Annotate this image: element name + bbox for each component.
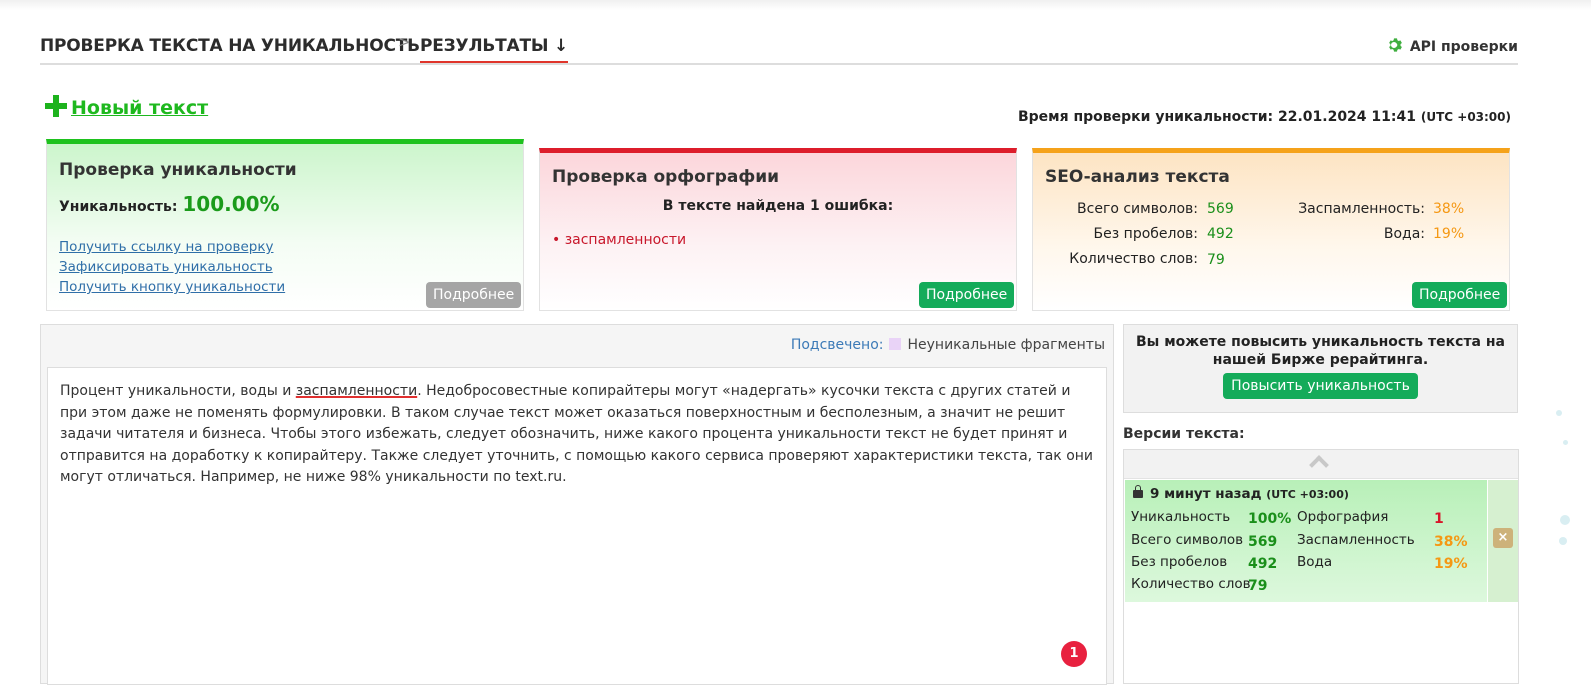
text-panel: Подсвечено: Неуникальные фрагменты Процен…	[40, 324, 1114, 685]
seo-total-value: 569	[1207, 201, 1234, 217]
seo-title: SEO-анализ текста	[1045, 167, 1230, 187]
uniqueness-result: Уникальность: 100.00%	[59, 192, 280, 216]
gear-icon	[1388, 38, 1402, 52]
check-time-tz: (UTC +03:00)	[1420, 110, 1511, 124]
decor-dot	[1556, 410, 1562, 416]
seo-nospace-value: 492	[1207, 226, 1234, 242]
version-total-value: 569	[1248, 534, 1278, 550]
get-uniqueness-button-link[interactable]: Получить кнопку уникальности	[59, 277, 285, 297]
error-count-badge[interactable]: 1	[1061, 641, 1087, 667]
uniqueness-links: Получить ссылку на проверку Зафиксироват…	[59, 237, 285, 297]
spelling-found: В тексте найдена 1 ошибка:	[662, 198, 894, 214]
version-entry[interactable]: 9 минут назад (UTC +03:00) Уникальность …	[1125, 480, 1487, 602]
seo-total-label: Всего символов:	[1077, 201, 1198, 217]
uniqueness-more-button[interactable]: Подробнее	[426, 282, 522, 308]
spelling-card: Проверка орфографии В тексте найдена 1 о…	[539, 148, 1017, 311]
seo-spam-label: Заспамленность:	[1298, 201, 1425, 217]
version-total-label: Всего символов	[1131, 532, 1244, 548]
seo-card: SEO-анализ текста Всего символов: 569 Бе…	[1032, 148, 1510, 311]
misspelled-word[interactable]: заспамленности	[296, 383, 417, 399]
decor-dot	[1563, 440, 1568, 445]
versions-title: Версии текста:	[1123, 426, 1245, 442]
seo-more-button[interactable]: Подробнее	[1412, 282, 1508, 308]
version-spell-value: 1	[1434, 511, 1444, 527]
breadcrumb: ПРОВЕРКА ТЕКСТА НА УНИКАЛЬНОСТЬ > РЕЗУЛЬ…	[40, 30, 1518, 65]
api-link[interactable]: API проверки	[1386, 37, 1518, 55]
increase-uniqueness-button[interactable]: Повысить уникальность	[1223, 373, 1418, 399]
spelling-title: Проверка орфографии	[552, 167, 780, 187]
version-nospace-value: 492	[1248, 556, 1278, 572]
version-delete-area: ×	[1488, 480, 1518, 602]
seo-water-value: 19%	[1433, 226, 1465, 242]
promo-text: Вы можете повысить уникальность текста н…	[1136, 334, 1505, 368]
chevron-up-icon	[1309, 455, 1329, 475]
version-words-label: Количество слов	[1131, 576, 1251, 592]
version-spam-value: 38%	[1434, 534, 1468, 550]
seo-words-label: Количество слов:	[1069, 251, 1198, 267]
version-ago: 9 минут назад	[1150, 486, 1262, 502]
highlight-legend: Подсвечено: Неуникальные фрагменты	[791, 337, 1105, 353]
version-spell-label: Орфография	[1297, 509, 1389, 525]
fix-uniqueness-link[interactable]: Зафиксировать уникальность	[59, 257, 285, 277]
breadcrumb-separator-icon: >	[398, 33, 411, 51]
version-words-value: 79	[1248, 578, 1268, 594]
seo-words-value: 79	[1207, 252, 1225, 268]
checked-text[interactable]: Процент уникальности, воды и заспамленно…	[47, 367, 1107, 685]
version-water-label: Вода	[1297, 554, 1333, 570]
version-water-value: 19%	[1434, 556, 1468, 572]
breadcrumb-results[interactable]: РЕЗУЛЬТАТЫ ↓	[420, 36, 568, 63]
version-uniq-value: 100%	[1248, 511, 1292, 527]
uniqueness-label: Уникальность:	[59, 199, 178, 215]
top-shade	[0, 0, 1591, 10]
api-label: API проверки	[1409, 39, 1518, 55]
highlight-legend-text: Неуникальные фрагменты	[907, 337, 1105, 353]
lock-icon	[1133, 485, 1143, 498]
seo-spam-value: 38%	[1433, 201, 1465, 217]
versions-scroll-up[interactable]	[1124, 450, 1518, 479]
spelling-error-item[interactable]: • заспамленности	[552, 232, 686, 248]
uniqueness-value: 100.00%	[182, 192, 280, 216]
decor-dot	[1559, 537, 1567, 545]
new-text-link[interactable]: Новый текст	[45, 95, 208, 119]
version-uniq-label: Уникальность	[1131, 509, 1231, 525]
version-nospace-label: Без пробелов	[1131, 554, 1228, 570]
versions-panel: 9 минут назад (UTC +03:00) Уникальность …	[1123, 449, 1519, 684]
check-time-label: Время проверки уникальности: 22.01.2024 …	[1017, 109, 1416, 125]
close-icon[interactable]: ×	[1493, 528, 1513, 548]
spelling-more-button[interactable]: Подробнее	[919, 282, 1015, 308]
breadcrumb-check-text[interactable]: ПРОВЕРКА ТЕКСТА НА УНИКАЛЬНОСТЬ	[40, 36, 420, 56]
uniqueness-title: Проверка уникальности	[59, 160, 297, 180]
seo-water-label: Вода:	[1383, 226, 1425, 242]
legend-swatch	[889, 338, 902, 350]
get-check-link[interactable]: Получить ссылку на проверку	[59, 237, 285, 257]
version-spam-label: Заспамленность	[1297, 532, 1415, 548]
text-part-1: Процент уникальности, воды и	[60, 383, 296, 399]
version-tz: (UTC +03:00)	[1266, 488, 1349, 501]
plus-icon	[45, 95, 67, 117]
check-time: Время проверки уникальности: 22.01.2024 …	[1018, 109, 1511, 125]
highlight-label: Подсвечено:	[790, 337, 884, 353]
new-text-label: Новый текст	[71, 97, 209, 119]
decor-dot	[1560, 515, 1570, 525]
promo-box: Вы можете повысить уникальность текста н…	[1123, 324, 1518, 413]
version-time: 9 минут назад (UTC +03:00)	[1133, 485, 1349, 502]
uniqueness-card: Проверка уникальности Уникальность: 100.…	[46, 139, 524, 311]
seo-nospace-label: Без пробелов:	[1093, 226, 1198, 242]
